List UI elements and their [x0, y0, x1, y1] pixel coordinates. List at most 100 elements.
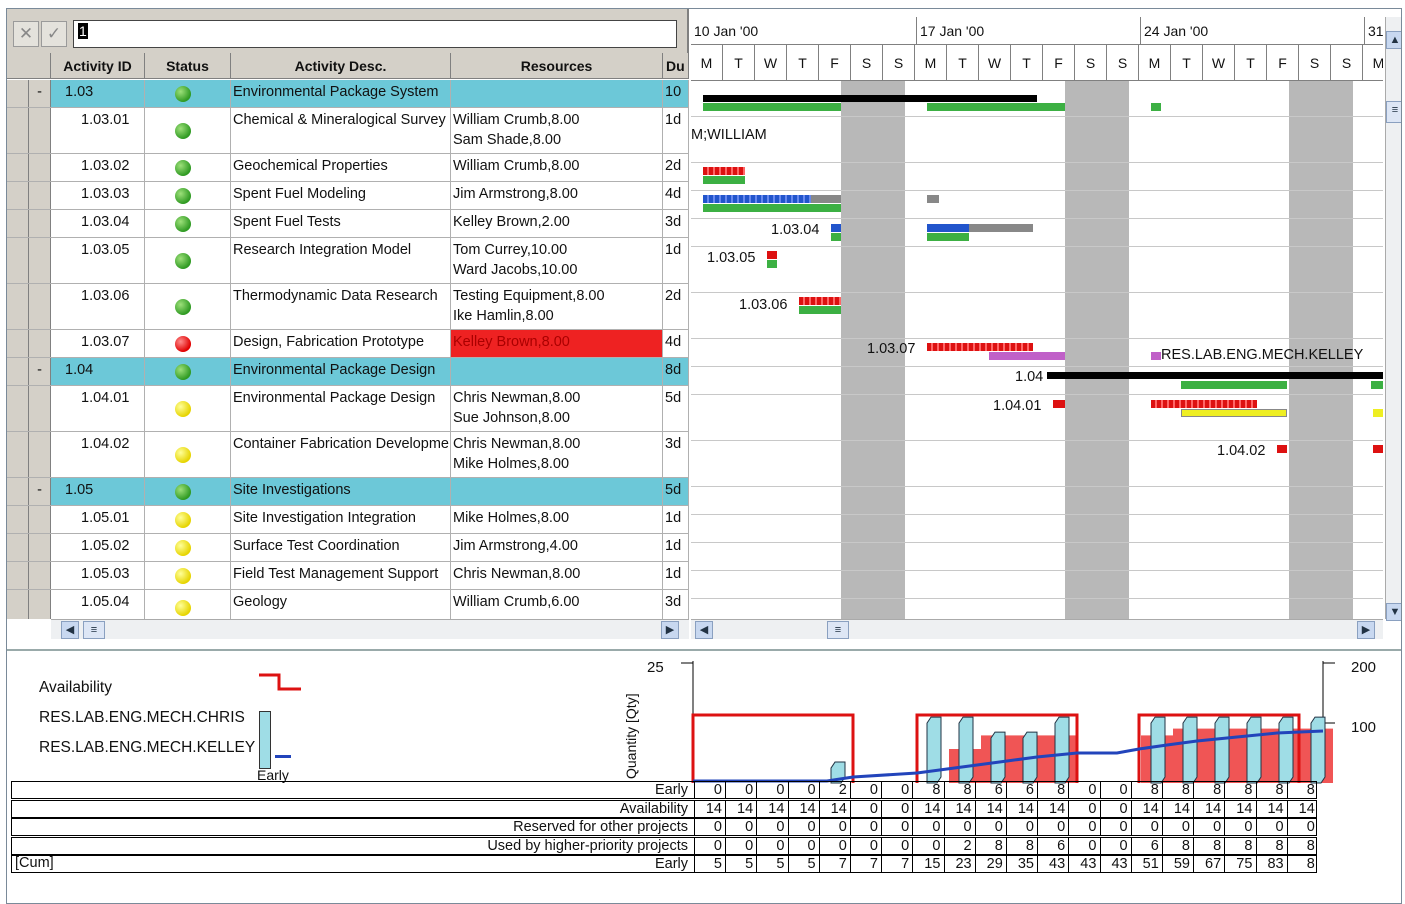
expand-toggle[interactable]: -: [29, 358, 51, 385]
activity-desc-cell[interactable]: Thermodynamic Data Research: [231, 284, 451, 329]
table-row[interactable]: 1.03.07 Design, Fabrication Prototype Kell…: [7, 330, 689, 358]
scroll-left-button[interactable]: ◀: [61, 621, 79, 639]
task-bar-1-03-04[interactable]: [927, 224, 969, 232]
expand-toggle[interactable]: [29, 506, 51, 533]
resources-cell[interactable]: William Crumb,8.00 Sam Shade,8.00: [451, 108, 663, 153]
duration-cell[interactable]: 5d: [663, 386, 689, 431]
activity-desc-cell[interactable]: Spent Fuel Tests: [231, 210, 451, 237]
duration-cell[interactable]: 5d: [663, 478, 689, 505]
activity-id-cell[interactable]: 1.03.01: [51, 108, 145, 153]
row-selector[interactable]: [7, 182, 29, 209]
activity-desc-cell[interactable]: Environmental Package Design: [231, 358, 451, 385]
row-selector[interactable]: [7, 506, 29, 533]
task-bar-1-04-02[interactable]: [1277, 445, 1287, 453]
status-cell[interactable]: [145, 432, 231, 477]
row-selector[interactable]: [7, 238, 29, 283]
cell-edit-input[interactable]: 1: [73, 20, 677, 48]
task-bar-1-04-01[interactable]: [1151, 400, 1257, 408]
activity-desc-cell[interactable]: Environmental Package System: [231, 80, 451, 107]
expand-toggle[interactable]: [29, 284, 51, 329]
scroll-thumb[interactable]: ≡: [827, 621, 849, 639]
table-row[interactable]: 1.04.01 Environmental Package Design Chris…: [7, 386, 689, 432]
accept-edit-button[interactable]: ✓: [41, 21, 67, 47]
summary-row[interactable]: -1.05 Site Investigations 5d: [7, 478, 689, 506]
row-selector[interactable]: [7, 80, 29, 107]
task-bar-1-03-05[interactable]: [767, 251, 777, 259]
activity-id-cell[interactable]: 1.04.01: [51, 386, 145, 431]
activity-desc-cell[interactable]: Container Fabrication Development: [231, 432, 451, 477]
resources-cell[interactable]: Chris Newman,8.00: [451, 562, 663, 589]
activity-desc-cell[interactable]: Field Test Management Support: [231, 562, 451, 589]
gantt-vertical-scrollbar[interactable]: ▲ ≡ ▼: [1385, 17, 1401, 621]
scroll-right-button[interactable]: ▶: [1357, 621, 1375, 639]
activity-desc-cell[interactable]: Geochemical Properties: [231, 154, 451, 181]
status-cell[interactable]: [145, 154, 231, 181]
row-selector[interactable]: [7, 154, 29, 181]
activity-desc-cell[interactable]: Research Integration Model: [231, 238, 451, 283]
task-bar-1-03-07[interactable]: [927, 343, 1033, 351]
expand-toggle[interactable]: [29, 562, 51, 589]
column-header-duration[interactable]: Du: [663, 53, 689, 79]
status-cell[interactable]: [145, 506, 231, 533]
task-bar-1-04-01[interactable]: [1053, 400, 1065, 408]
duration-cell[interactable]: 2d: [663, 154, 689, 181]
row-selector[interactable]: [7, 534, 29, 561]
scroll-left-button[interactable]: ◀: [695, 621, 713, 639]
activity-id-cell[interactable]: 1.03.07: [51, 330, 145, 357]
scroll-up-button[interactable]: ▲: [1386, 31, 1401, 49]
duration-cell[interactable]: 1d: [663, 238, 689, 283]
table-row[interactable]: 1.05.02 Surface Test Coordination Jim Arms…: [7, 534, 689, 562]
grid-horizontal-scrollbar[interactable]: ◀ ≡ ▶: [51, 619, 689, 639]
activity-id-cell[interactable]: 1.05.03: [51, 562, 145, 589]
activity-id-cell[interactable]: 1.05.02: [51, 534, 145, 561]
resources-cell[interactable]: Jim Armstrong,8.00: [451, 182, 663, 209]
column-header-status[interactable]: Status: [145, 53, 231, 79]
expand-toggle[interactable]: [29, 386, 51, 431]
scroll-thumb[interactable]: ≡: [1386, 101, 1401, 123]
activity-desc-cell[interactable]: Environmental Package Design: [231, 386, 451, 431]
scroll-right-button[interactable]: ▶: [661, 621, 679, 639]
expand-toggle[interactable]: -: [29, 80, 51, 107]
activity-desc-cell[interactable]: Surface Test Coordination: [231, 534, 451, 561]
activity-desc-cell[interactable]: Design, Fabrication Prototype: [231, 330, 451, 357]
resources-cell[interactable]: [451, 478, 663, 505]
duration-cell[interactable]: 4d: [663, 330, 689, 357]
summary-bar-1-03[interactable]: [703, 95, 1037, 102]
task-bar-1-03-02[interactable]: [703, 167, 745, 175]
duration-cell[interactable]: 1d: [663, 108, 689, 153]
scroll-thumb[interactable]: ≡: [83, 621, 105, 639]
gantt-horizontal-scrollbar[interactable]: ◀ ≡ ▶: [691, 619, 1383, 639]
expand-toggle[interactable]: [29, 108, 51, 153]
scroll-down-button[interactable]: ▼: [1386, 603, 1401, 621]
table-row[interactable]: 1.05.04 Geology William Crumb,6.00 3d: [7, 590, 689, 619]
expand-toggle[interactable]: [29, 238, 51, 283]
duration-cell[interactable]: 10: [663, 80, 689, 107]
duration-cell[interactable]: 3d: [663, 210, 689, 237]
duration-cell[interactable]: 3d: [663, 590, 689, 619]
duration-cell[interactable]: 2d: [663, 284, 689, 329]
activity-id-cell[interactable]: 1.03.04: [51, 210, 145, 237]
resources-cell[interactable]: Chris Newman,8.00 Mike Holmes,8.00: [451, 432, 663, 477]
duration-cell[interactable]: 3d: [663, 432, 689, 477]
duration-cell[interactable]: 1d: [663, 562, 689, 589]
activity-id-cell[interactable]: 1.03.03: [51, 182, 145, 209]
activity-id-cell[interactable]: 1.05.01: [51, 506, 145, 533]
task-bar-1-04-02[interactable]: [1373, 445, 1383, 453]
status-cell[interactable]: [145, 182, 231, 209]
resources-cell[interactable]: [451, 358, 663, 385]
activity-id-cell[interactable]: 1.04: [51, 358, 145, 385]
expand-toggle[interactable]: [29, 210, 51, 237]
column-header-activity-desc[interactable]: Activity Desc.: [231, 53, 451, 79]
expand-toggle[interactable]: [29, 182, 51, 209]
task-bar-1-03-03[interactable]: [703, 195, 811, 203]
row-selector[interactable]: [7, 432, 29, 477]
status-cell[interactable]: [145, 478, 231, 505]
status-cell[interactable]: [145, 590, 231, 619]
table-row[interactable]: 1.03.02 Geochemical Properties William Cru…: [7, 154, 689, 182]
status-cell[interactable]: [145, 108, 231, 153]
expand-toggle[interactable]: [29, 590, 51, 619]
table-row[interactable]: 1.03.01 Chemical & Mineralogical Survey Wi…: [7, 108, 689, 154]
duration-cell[interactable]: 1d: [663, 506, 689, 533]
resources-cell[interactable]: Testing Equipment,8.00 Ike Hamlin,8.00: [451, 284, 663, 329]
expand-toggle[interactable]: [29, 432, 51, 477]
